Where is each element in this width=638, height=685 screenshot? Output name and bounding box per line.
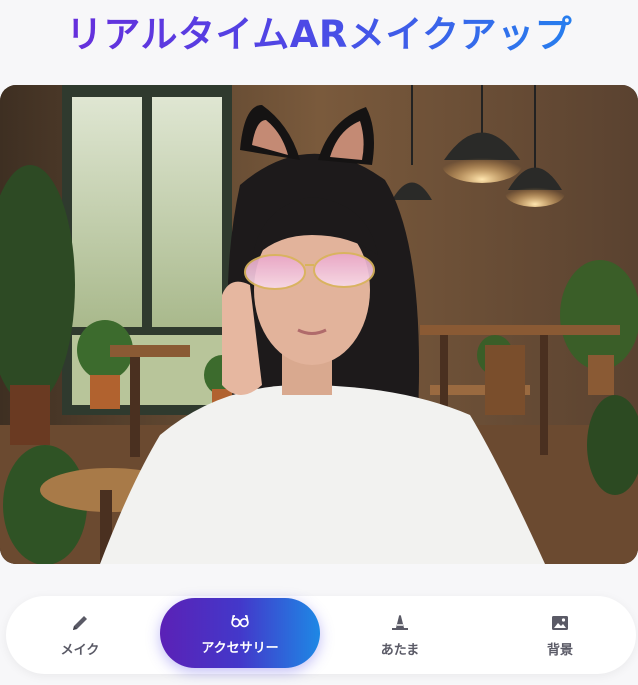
glasses-icon: [230, 611, 250, 631]
page-title: リアルタイムARメイクアップ: [0, 0, 638, 62]
tab-head-label: あたま: [380, 642, 420, 658]
tab-head[interactable]: あたま: [360, 596, 440, 674]
camera-preview: [0, 85, 638, 564]
bottom-tab-bar: メイク アクセサリー あたま 背景: [6, 596, 636, 674]
tab-background-label: 背景: [546, 642, 573, 658]
tab-accessories[interactable]: アクセサリー: [160, 598, 320, 668]
tab-makeup[interactable]: メイク: [40, 596, 120, 674]
witch-hat-icon: [390, 613, 410, 633]
ar-scene: [0, 85, 638, 564]
image-icon: [550, 613, 570, 633]
tab-makeup-label: メイク: [60, 642, 100, 658]
tab-background[interactable]: 背景: [520, 596, 600, 674]
tab-accessories-label: アクセサリー: [201, 640, 279, 656]
pencil-icon: [70, 613, 90, 633]
